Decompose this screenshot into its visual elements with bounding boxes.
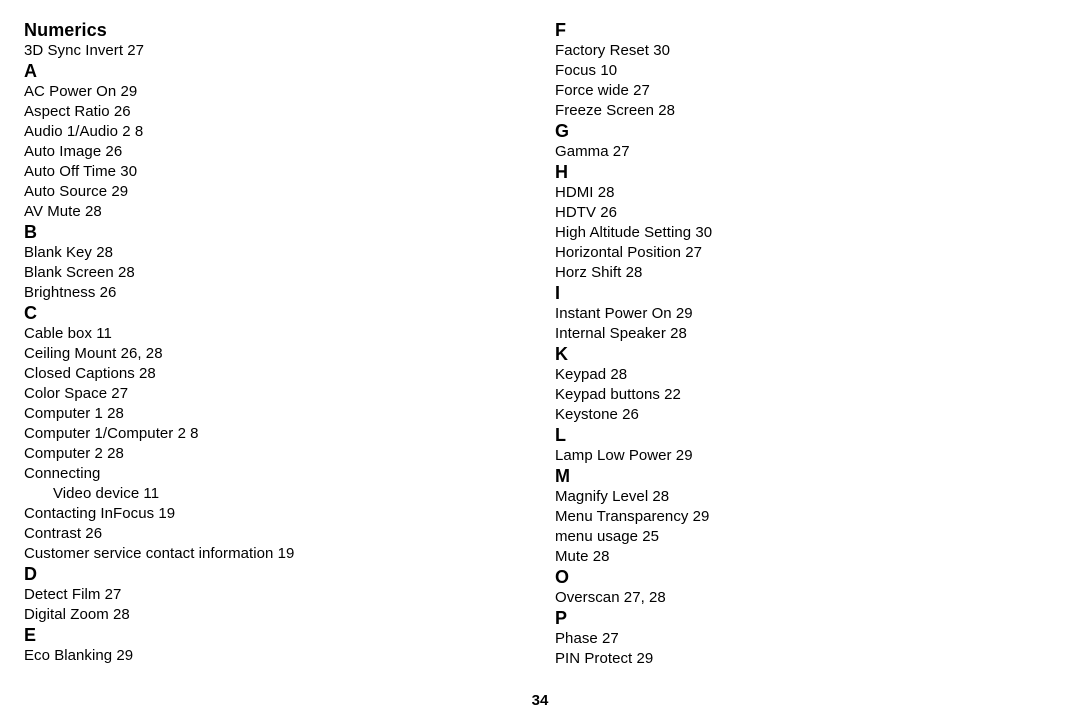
- index-entry[interactable]: Menu Transparency 29: [555, 507, 1025, 527]
- index-entry[interactable]: Phase 27: [555, 629, 1025, 649]
- index-column-right: F Factory Reset 30 Focus 10 Force wide 27 Fr…: [555, 20, 1025, 669]
- index-entry[interactable]: Brightness 26: [24, 283, 494, 303]
- index-entry[interactable]: Audio 1/Audio 2 8: [24, 122, 494, 142]
- index-entry[interactable]: HDTV 26: [555, 203, 1025, 223]
- index-entry[interactable]: Ceiling Mount 26, 28: [24, 344, 494, 364]
- index-entry[interactable]: Detect Film 27: [24, 585, 494, 605]
- index-entry[interactable]: Connecting: [24, 464, 494, 484]
- index-entry[interactable]: Keypad buttons 22: [555, 385, 1025, 405]
- index-group-heading: G: [555, 121, 570, 141]
- index-entry[interactable]: Gamma 27: [555, 142, 1025, 162]
- index-entry[interactable]: Closed Captions 28: [24, 364, 494, 384]
- index-column-left: Numerics 3D Sync Invert 27 A AC Power On 29…: [24, 20, 494, 666]
- index-entry[interactable]: Aspect Ratio 26: [24, 102, 494, 122]
- index-entry[interactable]: 3D Sync Invert 27: [24, 41, 494, 61]
- index-group-heading: F: [555, 20, 567, 40]
- index-entry[interactable]: Internal Speaker 28: [555, 324, 1025, 344]
- index-entry[interactable]: AC Power On 29: [24, 82, 494, 102]
- index-entry[interactable]: Mute 28: [555, 547, 1025, 567]
- index-page: Numerics 3D Sync Invert 27 A AC Power On 29…: [0, 0, 1080, 720]
- index-group-heading: K: [555, 344, 569, 364]
- index-entry[interactable]: Horz Shift 28: [555, 263, 1025, 283]
- index-entry[interactable]: Overscan 27, 28: [555, 588, 1025, 608]
- index-group-heading: D: [24, 564, 38, 584]
- index-group-heading: L: [555, 425, 567, 445]
- index-entry[interactable]: Contrast 26: [24, 524, 494, 544]
- index-group-heading: Numerics: [24, 20, 107, 40]
- index-entry[interactable]: Freeze Screen 28: [555, 101, 1025, 121]
- index-entry[interactable]: Focus 10: [555, 61, 1025, 81]
- index-entry[interactable]: Factory Reset 30: [555, 41, 1025, 61]
- index-group-heading: H: [555, 162, 569, 182]
- index-entry[interactable]: Cable box 11: [24, 324, 494, 344]
- index-entry[interactable]: Lamp Low Power 29: [555, 446, 1025, 466]
- index-entry[interactable]: Magnify Level 28: [555, 487, 1025, 507]
- index-entry[interactable]: Computer 1/Computer 2 8: [24, 424, 494, 444]
- index-entry[interactable]: AV Mute 28: [24, 202, 494, 222]
- page-number: 34: [531, 692, 549, 709]
- index-group-heading: M: [555, 466, 571, 486]
- index-entry[interactable]: Auto Source 29: [24, 182, 494, 202]
- index-entry[interactable]: Computer 2 28: [24, 444, 494, 464]
- index-group-heading: I: [555, 283, 561, 303]
- index-entry[interactable]: menu usage 25: [555, 527, 1025, 547]
- index-entry[interactable]: Auto Image 26: [24, 142, 494, 162]
- index-entry[interactable]: HDMI 28: [555, 183, 1025, 203]
- index-entry[interactable]: Horizontal Position 27: [555, 243, 1025, 263]
- index-group-heading: C: [24, 303, 38, 323]
- index-entry[interactable]: Instant Power On 29: [555, 304, 1025, 324]
- index-group-heading: O: [555, 567, 570, 587]
- index-entry[interactable]: Keypad 28: [555, 365, 1025, 385]
- index-entry[interactable]: Computer 1 28: [24, 404, 494, 424]
- index-entry[interactable]: Eco Blanking 29: [24, 646, 494, 666]
- index-entry[interactable]: PIN Protect 29: [555, 649, 1025, 669]
- index-entry[interactable]: Keystone 26: [555, 405, 1025, 425]
- index-group-heading: B: [24, 222, 38, 242]
- index-entry[interactable]: Contacting InFocus 19: [24, 504, 494, 524]
- index-entry[interactable]: Blank Key 28: [24, 243, 494, 263]
- index-entry[interactable]: Customer service contact information 19: [24, 544, 494, 564]
- index-entry[interactable]: Force wide 27: [555, 81, 1025, 101]
- index-entry[interactable]: High Altitude Setting 30: [555, 223, 1025, 243]
- index-group-heading: A: [24, 61, 38, 81]
- index-entry[interactable]: Auto Off Time 30: [24, 162, 494, 182]
- index-subentry[interactable]: Video device 11: [24, 484, 494, 504]
- index-group-heading: E: [24, 625, 37, 645]
- index-entry[interactable]: Digital Zoom 28: [24, 605, 494, 625]
- index-group-heading: P: [555, 608, 568, 628]
- index-entry[interactable]: Blank Screen 28: [24, 263, 494, 283]
- index-entry[interactable]: Color Space 27: [24, 384, 494, 404]
